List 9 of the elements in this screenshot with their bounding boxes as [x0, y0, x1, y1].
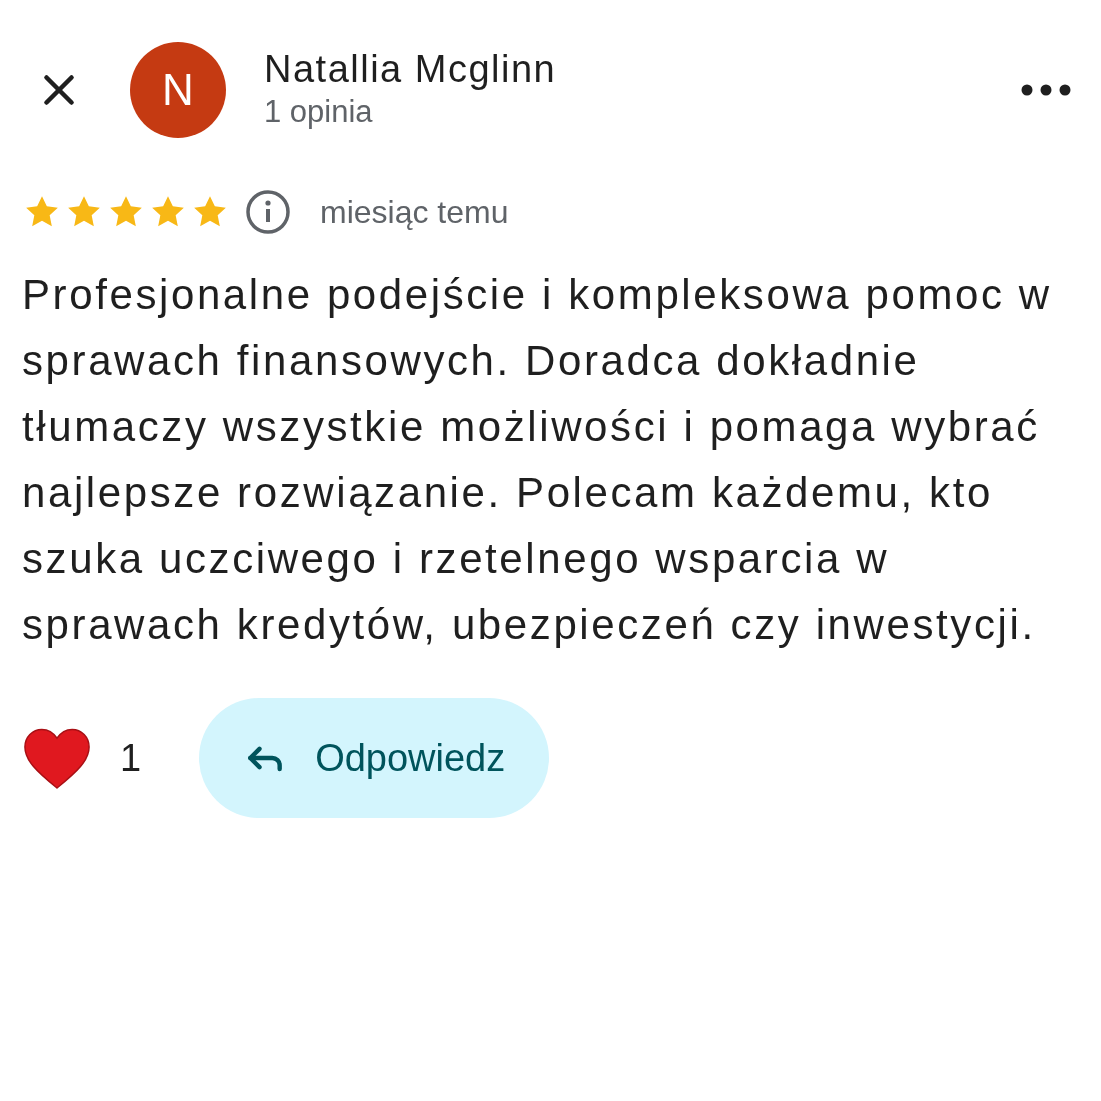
review-count: 1 opinia: [264, 93, 374, 131]
review-time: miesiąc temu: [320, 193, 509, 232]
info-icon[interactable]: [244, 188, 292, 236]
more-options-icon[interactable]: [1021, 84, 1071, 96]
review-text: Profesjonalne podejście i kompleksowa pomoc w sprawach finansowych. Doradca dokładnie tłumaczy wszystkie możliwości i pomaga wybrać najlepsze rozwiązanie. Polecam każdemu, kto szuka uczciwego i rzetelnego wsparcia w sprawach kredytów, ubezpieczeń czy inwestycji.: [21, 270, 1053, 650]
reaction-count: 1: [120, 735, 142, 781]
reply-button[interactable]: Odpowiedz: [199, 698, 550, 818]
avatar: N: [130, 42, 226, 138]
reviewer-name[interactable]: Natallia Mcglinn: [264, 46, 557, 92]
